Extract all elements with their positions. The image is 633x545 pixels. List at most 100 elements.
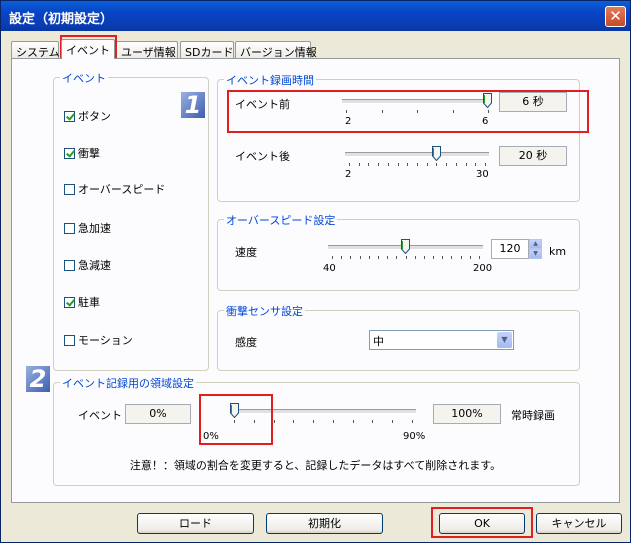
slider-tick [433, 256, 434, 259]
chevron-down-icon[interactable]: ▼ [497, 332, 512, 348]
slider-tick [406, 256, 407, 259]
region-event-label: イベント [78, 409, 122, 422]
checkbox-motion-event[interactable]: モーション [64, 333, 133, 347]
slider-tick [415, 256, 416, 259]
ok-button[interactable]: OK [439, 513, 525, 534]
event-tab-panel: イベント ボタン 衝撃 オーバースピード 急加速 急減速 駐車 モーション 1 … [11, 58, 620, 503]
pre-event-max-label: 6 [482, 116, 489, 127]
slider-tick [333, 420, 334, 423]
slider-thumb[interactable] [432, 146, 441, 161]
slider-thumb[interactable] [401, 239, 410, 254]
step-2-badge: 2 [26, 366, 50, 392]
pre-event-slider[interactable] [342, 93, 492, 115]
slider-tick [350, 256, 351, 259]
slider-tick [346, 110, 347, 113]
slider-tick [372, 420, 373, 423]
region-min-label: 0% [203, 431, 219, 442]
reset-button[interactable]: 初期化 [266, 513, 383, 534]
speed-slider[interactable] [328, 239, 483, 261]
tab-user-info[interactable]: ユーザ情報 [116, 41, 178, 59]
slider-tick [234, 420, 235, 423]
tab-version-info[interactable]: バージョン情報 [235, 41, 317, 59]
slider-tick [398, 163, 399, 166]
slider-thumb[interactable] [483, 93, 492, 108]
checkbox-rapid-decel-event[interactable]: 急減速 [64, 258, 111, 272]
checkbox-shock-event[interactable]: 衝撃 [64, 146, 100, 160]
checkbox-parking-event[interactable]: 駐車 [64, 295, 100, 309]
cancel-button[interactable]: キャンセル [536, 513, 622, 534]
slider-tick [407, 163, 408, 166]
region-event-value: 0% [125, 404, 191, 424]
tab-system[interactable]: システム [11, 41, 60, 59]
pre-event-value: 6 秒 [499, 92, 567, 112]
slider-tick [412, 420, 413, 423]
sensitivity-label: 感度 [235, 336, 257, 349]
checkbox-button-event[interactable]: ボタン [64, 109, 111, 123]
slider-tick [353, 420, 354, 423]
post-event-min-label: 2 [345, 169, 352, 180]
slider-tick [485, 163, 486, 166]
slider-tick [427, 163, 428, 166]
event-group-title: イベント [60, 70, 108, 86]
checkbox-icon[interactable] [64, 110, 75, 122]
post-event-slider[interactable] [345, 146, 489, 168]
checkbox-icon[interactable] [64, 296, 75, 308]
close-button[interactable]: ✕ [605, 6, 626, 27]
checkbox-overspeed-event[interactable]: オーバースピード [64, 182, 165, 196]
slider-tick [451, 256, 452, 259]
slider-tick [470, 256, 471, 259]
constant-recording-value: 100% [433, 404, 501, 424]
slider-tick [442, 256, 443, 259]
slider-thumb[interactable] [230, 403, 239, 418]
slider-tick [378, 256, 379, 259]
speed-spinner[interactable]: ▲ ▼ [529, 239, 542, 259]
slider-tick [359, 163, 360, 166]
sensitivity-value: 中 [373, 335, 384, 348]
overspeed-title: オーバースピード設定 [224, 212, 338, 228]
slider-tick [378, 163, 379, 166]
slider-tick [387, 256, 388, 259]
slider-tick [446, 163, 447, 166]
post-event-value: 20 秒 [499, 146, 567, 166]
load-button[interactable]: ロード [137, 513, 254, 534]
speed-input[interactable]: 120 [491, 239, 529, 259]
slider-tick [479, 256, 480, 259]
slider-tick [392, 420, 393, 423]
slider-tick [254, 420, 255, 423]
slider-tick [382, 110, 383, 113]
slider-tick [461, 256, 462, 259]
slider-tick [349, 163, 350, 166]
slider-tick [436, 163, 437, 166]
spin-down-icon[interactable]: ▼ [529, 249, 542, 259]
sensitivity-select[interactable]: 中 ▼ [369, 330, 514, 350]
region-slider[interactable] [230, 403, 416, 425]
title-bar: 設定（初期設定） ✕ [1, 1, 630, 31]
slider-tick [466, 163, 467, 166]
checkbox-rapid-accel-event[interactable]: 急加速 [64, 221, 111, 235]
slider-tick [417, 110, 418, 113]
checkbox-icon[interactable] [64, 259, 75, 271]
region-max-label: 90% [403, 431, 426, 442]
region-title: イベント記録用の領域設定 [60, 375, 196, 391]
tab-event[interactable]: イベント [61, 39, 115, 59]
slider-tick [341, 256, 342, 259]
shock-sensor-title: 衝撃センサ設定 [224, 303, 305, 319]
slider-tick [274, 420, 275, 423]
slider-tick [417, 163, 418, 166]
window-title: 設定（初期設定） [9, 12, 114, 27]
checkbox-icon[interactable] [64, 147, 75, 159]
post-event-label: イベント後 [235, 150, 290, 163]
slider-tick [475, 163, 476, 166]
checkbox-icon[interactable] [64, 183, 75, 195]
slider-tick [293, 420, 294, 423]
constant-recording-label: 常時録画 [511, 409, 555, 422]
slider-tick [360, 256, 361, 259]
spin-up-icon[interactable]: ▲ [529, 239, 542, 249]
speed-label: 速度 [235, 246, 257, 259]
slider-tick [396, 256, 397, 259]
tab-sd-card[interactable]: SDカード [180, 41, 234, 59]
checkbox-icon[interactable] [64, 222, 75, 234]
slider-tick [456, 163, 457, 166]
speed-max-label: 200 [473, 263, 493, 274]
checkbox-icon[interactable] [64, 334, 75, 346]
